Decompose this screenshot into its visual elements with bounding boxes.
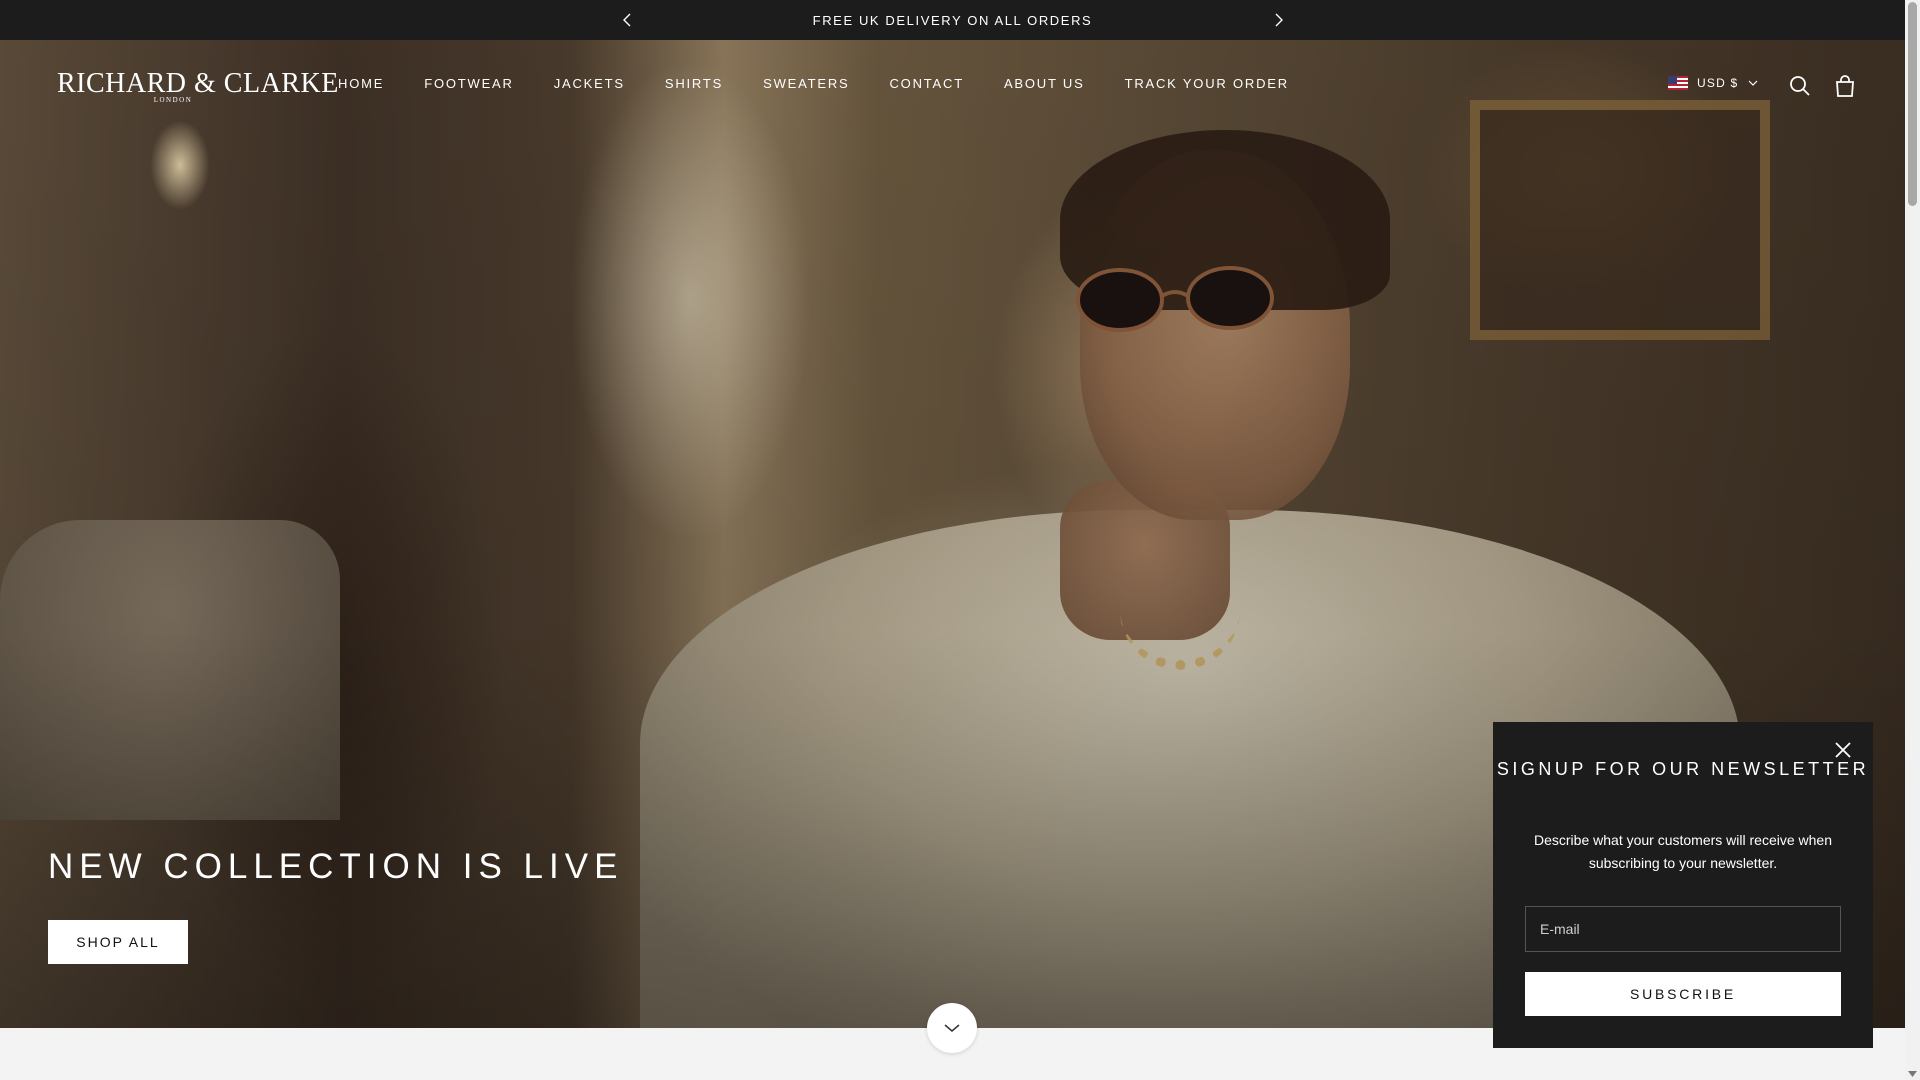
subscribe-button[interactable]: SUBSCRIBE <box>1525 972 1841 1016</box>
us-flag-icon <box>1668 76 1688 90</box>
announcement-prev-button[interactable] <box>617 10 637 30</box>
nav-item-about-us[interactable]: ABOUT US <box>1004 76 1085 91</box>
logo-wordmark: RICHARD & CLARKE <box>57 68 339 99</box>
newsletter-title: SIGNUP FOR OUR NEWSLETTER <box>1496 759 1870 779</box>
announcement-next-button[interactable] <box>1269 10 1289 30</box>
scroll-down-button[interactable] <box>927 1003 977 1053</box>
chevron-down-icon <box>1748 80 1758 86</box>
brand-logo[interactable]: RICHARD & CLARKE LONDON <box>57 68 339 110</box>
scrollbar-thumb[interactable] <box>1908 2 1917 206</box>
currency-selector[interactable]: USD $ <box>1668 76 1758 90</box>
announcement-text: FREE UK DELIVERY ON ALL ORDERS <box>812 12 1093 28</box>
page-scrollbar[interactable] <box>1905 0 1920 1080</box>
nav-item-home[interactable]: HOME <box>338 76 384 91</box>
hero-title: NEW COLLECTION IS LIVE <box>48 847 624 886</box>
site-header: RICHARD & CLARKE LONDON HOME FOOTWEAR JA… <box>0 40 1905 130</box>
main-nav: HOME FOOTWEAR JACKETS SHIRTS SWEATERS CO… <box>338 76 1329 91</box>
nav-item-sweaters[interactable]: SWEATERS <box>763 76 849 91</box>
shop-all-button[interactable]: SHOP ALL <box>48 920 188 964</box>
nav-item-jackets[interactable]: JACKETS <box>554 76 625 91</box>
chevron-left-icon <box>623 13 631 27</box>
nav-item-shirts[interactable]: SHIRTS <box>665 76 723 91</box>
shopping-bag-icon[interactable] <box>1833 74 1857 98</box>
scroll-down-arrow-icon[interactable] <box>1908 1070 1917 1078</box>
chevron-right-icon <box>1275 13 1283 27</box>
currency-label: USD $ <box>1697 76 1739 90</box>
nav-item-track-order[interactable]: TRACK YOUR ORDER <box>1125 76 1289 91</box>
announcement-bar: FREE UK DELIVERY ON ALL ORDERS <box>0 0 1905 40</box>
email-field[interactable] <box>1525 906 1841 952</box>
newsletter-description: Describe what your customers will receiv… <box>1534 832 1832 871</box>
nav-item-footwear[interactable]: FOOTWEAR <box>424 76 514 91</box>
nav-item-contact[interactable]: CONTACT <box>889 76 963 91</box>
search-icon[interactable] <box>1788 74 1812 98</box>
chevron-down-icon <box>944 1024 960 1032</box>
